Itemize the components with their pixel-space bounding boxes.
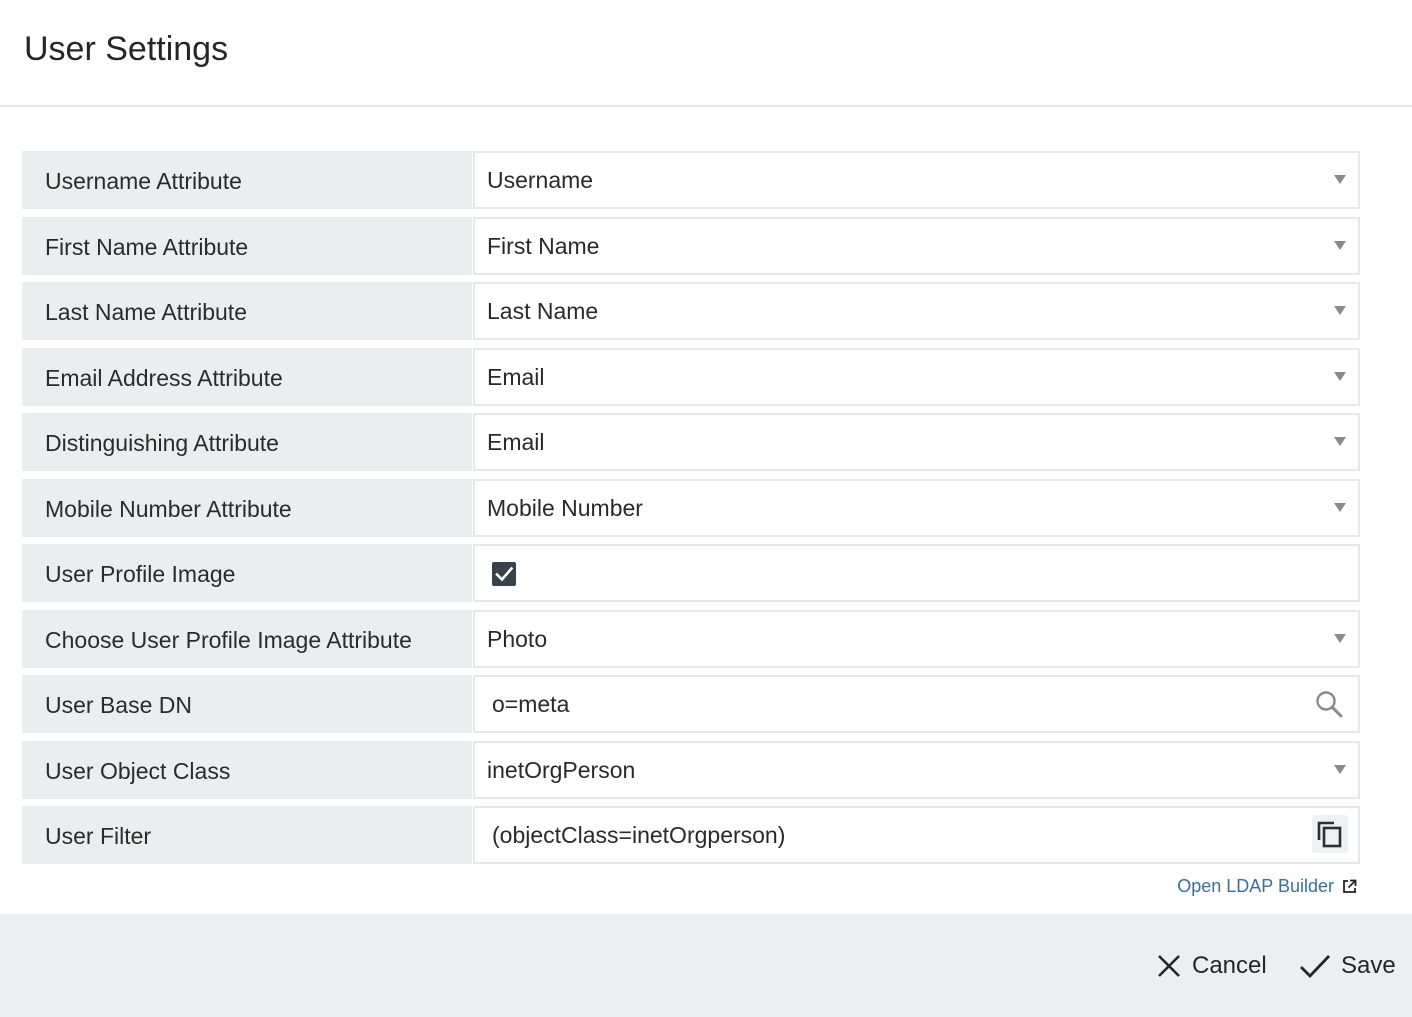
chevron-down-icon[interactable] <box>1334 371 1346 381</box>
first-name-attribute-row: First Name Attribute First Name <box>22 216 1360 275</box>
distinguishing-attribute-row: Distinguishing Attribute Email <box>22 413 1360 471</box>
chevron-down-icon[interactable] <box>1334 306 1346 315</box>
save-label: Save <box>1341 952 1396 979</box>
user-object-class-select[interactable]: inetOrgPerson <box>473 740 1360 799</box>
select-value: Last Name <box>487 298 599 324</box>
cancel-label: Cancel <box>1192 952 1267 979</box>
cancel-button[interactable]: Cancel <box>1156 952 1267 980</box>
field-label: Choose User Profile Image Attribute <box>22 609 472 668</box>
field-label: Last Name Attribute <box>22 282 472 340</box>
field-label: User Object Class <box>22 740 472 799</box>
dialog-footer: Cancel Save <box>0 914 1412 1017</box>
select-value: First Name <box>487 232 600 259</box>
email-address-attribute-select[interactable]: Email <box>473 347 1360 406</box>
select-value: Username <box>487 167 594 193</box>
mobile-number-attribute-row: Mobile Number Attribute Mobile Number <box>22 478 1360 537</box>
field-label: First Name Attribute <box>22 216 472 275</box>
external-link-icon <box>1343 879 1357 893</box>
user-filter-input[interactable]: (objectClass=inetOrgperson) <box>473 806 1360 864</box>
field-label: Email Address Attribute <box>22 347 472 406</box>
username-attribute-select[interactable]: Username <box>473 151 1360 209</box>
profile-image-attribute-row: Choose User Profile Image Attribute Phot… <box>22 609 1360 668</box>
input-value: o=meta <box>492 691 570 717</box>
search-icon[interactable] <box>1314 689 1344 719</box>
chevron-down-icon[interactable] <box>1334 764 1346 774</box>
select-value: Email <box>487 429 545 455</box>
save-button[interactable]: Save <box>1299 952 1396 980</box>
first-name-attribute-select[interactable]: First Name <box>473 216 1360 275</box>
close-icon <box>1158 955 1180 977</box>
ldap-builder-label: Open LDAP Builder <box>1177 876 1334 896</box>
email-address-attribute-row: Email Address Attribute Email <box>22 347 1360 406</box>
last-name-attribute-row: Last Name Attribute Last Name <box>22 282 1360 340</box>
chevron-down-icon[interactable] <box>1334 437 1346 446</box>
distinguishing-attribute-select[interactable]: Email <box>473 413 1360 471</box>
select-value: inetOrgPerson <box>487 756 636 783</box>
user-profile-image-cell <box>473 544 1360 602</box>
mobile-number-attribute-select[interactable]: Mobile Number <box>473 478 1360 537</box>
user-base-dn-row: User Base DN o=meta <box>22 675 1360 733</box>
select-value: Mobile Number <box>487 494 643 521</box>
user-profile-image-row: User Profile Image <box>22 544 1360 602</box>
user-filter-row: User Filter (objectClass=inetOrgperson) <box>22 806 1360 864</box>
page-title: User Settings <box>24 30 229 68</box>
username-attribute-row: Username Attribute Username <box>22 151 1360 209</box>
field-label: User Filter <box>22 806 472 864</box>
field-label: Username Attribute <box>22 151 472 209</box>
dialog-header: User Settings <box>0 0 1412 107</box>
copy-button[interactable] <box>1312 815 1348 853</box>
select-value: Email <box>487 363 545 390</box>
input-value: (objectClass=inetOrgperson) <box>492 822 786 848</box>
chevron-down-icon[interactable] <box>1334 502 1346 512</box>
open-ldap-builder-link[interactable]: Open LDAP Builder <box>1177 876 1357 897</box>
select-value: Photo <box>487 625 548 652</box>
chevron-down-icon[interactable] <box>1334 175 1346 184</box>
copy-icon <box>1317 821 1342 848</box>
check-icon <box>1300 955 1331 979</box>
field-label: Mobile Number Attribute <box>22 478 472 537</box>
field-label: User Base DN <box>22 675 472 733</box>
user-object-class-row: User Object Class inetOrgPerson <box>22 740 1360 799</box>
chevron-down-icon[interactable] <box>1334 240 1346 250</box>
field-label: Distinguishing Attribute <box>22 413 472 471</box>
user-base-dn-input[interactable]: o=meta <box>473 675 1360 733</box>
profile-image-attribute-select[interactable]: Photo <box>473 609 1360 668</box>
check-icon <box>495 566 514 582</box>
user-settings-form: Username Attribute Username First Name A… <box>22 151 1360 872</box>
chevron-down-icon[interactable] <box>1334 633 1346 643</box>
user-profile-image-checkbox[interactable] <box>492 562 516 586</box>
last-name-attribute-select[interactable]: Last Name <box>473 282 1360 340</box>
field-label: User Profile Image <box>22 544 472 602</box>
